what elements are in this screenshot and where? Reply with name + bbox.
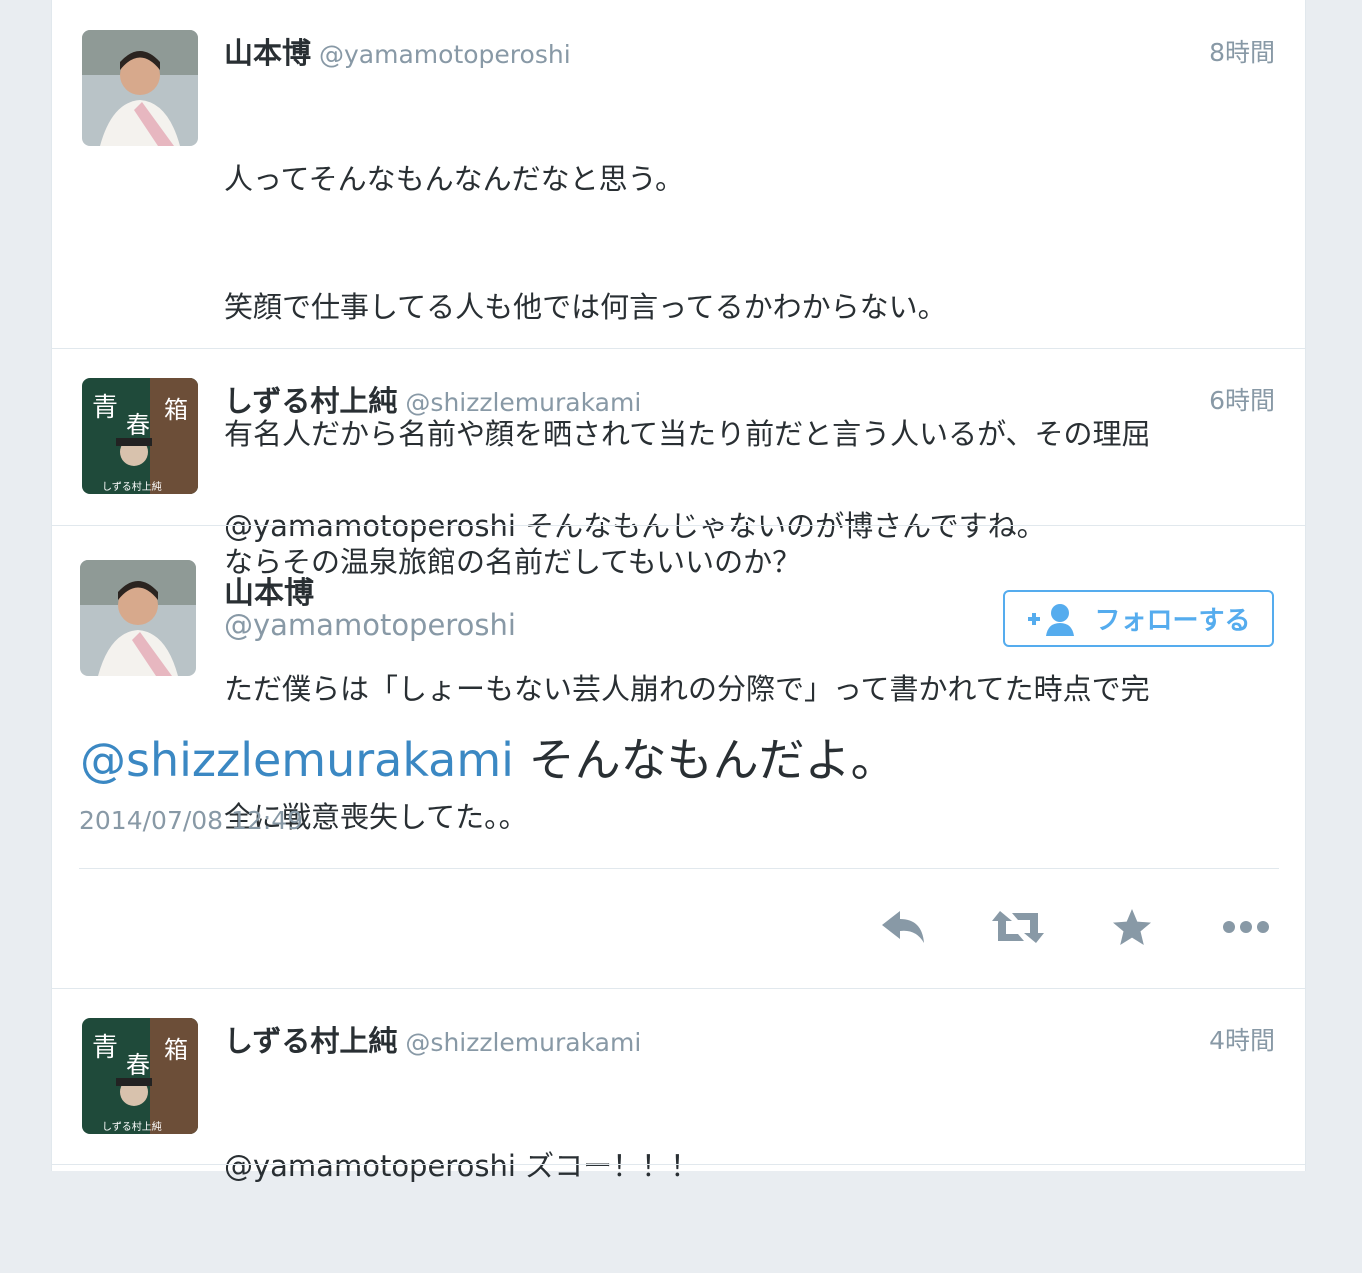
tweet-text: @yamamotoperoshi ズコー！！！ (224, 1060, 699, 1273)
tweet-text-line: @yamamotoperoshi そんなもんじゃないのが博さんですね。 (224, 509, 1046, 543)
tweet-text-line: 笑顔で仕事してる人も他では何言ってるかわからない。 (224, 289, 947, 324)
author-name[interactable]: しずる村上純 (224, 384, 397, 418)
favorite-button[interactable] (1106, 905, 1158, 953)
svg-text:しずる村上純: しずる村上純 (102, 480, 162, 493)
author-handle[interactable]: @shizzlemurakami (405, 1028, 641, 1057)
mention-link[interactable]: @shizzlemurakami (80, 733, 514, 787)
author-handle[interactable]: @yamamotoperoshi (224, 608, 516, 642)
divider (52, 988, 1305, 989)
svg-text:青: 青 (92, 1033, 118, 1063)
tweet-text: @yamamotoperoshi そんなもんじゃないのが博さんですね。 (224, 420, 1046, 633)
author-name[interactable]: 山本博 (224, 568, 314, 612)
timestamp[interactable]: 4時間 (1209, 1021, 1275, 1057)
follow-user-icon (1026, 602, 1078, 636)
tweet-date[interactable]: 2014/07/08 12:49 (79, 806, 303, 835)
tweet-text-line: 全に戦意喪失してた。。 (224, 799, 528, 834)
tweet-text-line: ただ僕らは「しょーもない芸人崩れの分際で」って書かれてた時点で完 (224, 672, 1150, 706)
timestamp[interactable]: 6時間 (1209, 381, 1275, 417)
reply-button[interactable] (878, 905, 930, 953)
tweet-body: そんなもんだよ。 (513, 733, 897, 787)
tweet-stream: 山本博 @yamamotoperoshi 8時間 人ってそんなもんなんだなと思う。… (51, 0, 1306, 1183)
divider (52, 348, 1305, 349)
retweet-button[interactable] (992, 905, 1044, 953)
svg-text:青: 青 (92, 393, 118, 423)
avatar[interactable]: 青 春 箱 しずる村上純 (82, 1018, 198, 1134)
favorite-icon (1111, 907, 1153, 951)
svg-text:箱: 箱 (164, 1036, 188, 1064)
divider (79, 868, 1279, 869)
avatar[interactable]: 青 春 箱 しずる村上純 (82, 378, 198, 494)
divider (52, 1164, 1305, 1165)
more-icon (1221, 919, 1271, 939)
follow-button-label: フォローする (1094, 606, 1251, 636)
tweet-text: @shizzlemurakami そんなもんだよ。 (80, 724, 897, 790)
tweet-text-line: 人ってそんなもんなんだなと思う。 (224, 162, 684, 196)
author-handle[interactable]: @yamamotoperoshi (319, 40, 571, 69)
author-name[interactable]: しずる村上純 (224, 1024, 397, 1058)
avatar[interactable] (82, 30, 198, 146)
svg-text:春: 春 (126, 411, 150, 439)
author-name[interactable]: 山本博 (224, 36, 311, 70)
follow-button[interactable]: フォローする (1003, 590, 1274, 647)
divider (52, 525, 1305, 526)
retweet-icon (990, 907, 1046, 951)
timestamp[interactable]: 8時間 (1209, 33, 1275, 69)
svg-text:春: 春 (126, 1051, 150, 1079)
tweet-text-line: @yamamotoperoshi ズコー！！！ (224, 1149, 700, 1183)
more-button[interactable] (1220, 905, 1272, 953)
svg-text:しずる村上純: しずる村上純 (102, 1120, 162, 1133)
reply-icon (880, 907, 928, 951)
svg-text:箱: 箱 (164, 396, 188, 424)
author-handle[interactable]: @shizzlemurakami (405, 388, 641, 417)
avatar[interactable] (80, 560, 196, 676)
